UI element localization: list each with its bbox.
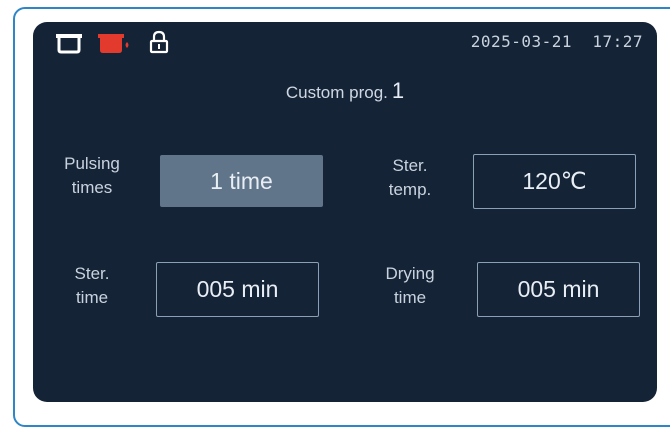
drying-time-label: Drying time — [371, 262, 449, 310]
pulsing-times-label-line1: Pulsing — [64, 154, 120, 173]
program-number: 1 — [391, 78, 405, 103]
ster-temp-field[interactable]: 120℃ — [473, 154, 636, 209]
datetime: 2025-03-21 17:27 — [471, 32, 643, 51]
chamber-icon — [56, 34, 82, 54]
ster-time-label-line2: time — [75, 288, 109, 307]
pulsing-times-label-line2: times — [71, 178, 113, 197]
ster-temp-label: Ster. temp. — [371, 154, 449, 202]
pulsing-times-label: Pulsing times — [53, 152, 131, 200]
drying-time-field[interactable]: 005 min — [477, 262, 640, 317]
pulsing-times-value: 1 time — [210, 167, 273, 194]
ster-time-field[interactable]: 005 min — [156, 262, 319, 317]
ster-temp-label-line2: temp. — [388, 180, 432, 199]
drying-time-label-line2: time — [393, 288, 427, 307]
pulsing-times-field[interactable]: 1 time — [160, 155, 323, 207]
date-text: 2025-03-21 — [470, 32, 573, 51]
ster-time-label: Ster. time — [53, 262, 131, 310]
ster-temp-label-line1: Ster. — [392, 156, 428, 175]
chamber-heating-icon — [98, 34, 129, 53]
status-bar: 2025-03-21 17:27 — [33, 22, 657, 64]
ster-temp-value: 120℃ — [522, 168, 587, 194]
program-title-label: Custom prog. — [285, 83, 388, 102]
program-title: Custom prog. 1 — [33, 78, 657, 104]
ster-time-value: 005 min — [196, 276, 279, 302]
screen: 2025-03-21 17:27 Custom prog. 1 Pulsing t… — [33, 22, 657, 402]
time-text: 17:27 — [592, 32, 643, 51]
drying-time-label-line1: Drying — [385, 264, 435, 283]
lock-icon[interactable] — [149, 30, 169, 54]
ster-time-label-line1: Ster. — [74, 264, 110, 283]
drying-time-value: 005 min — [517, 276, 600, 302]
